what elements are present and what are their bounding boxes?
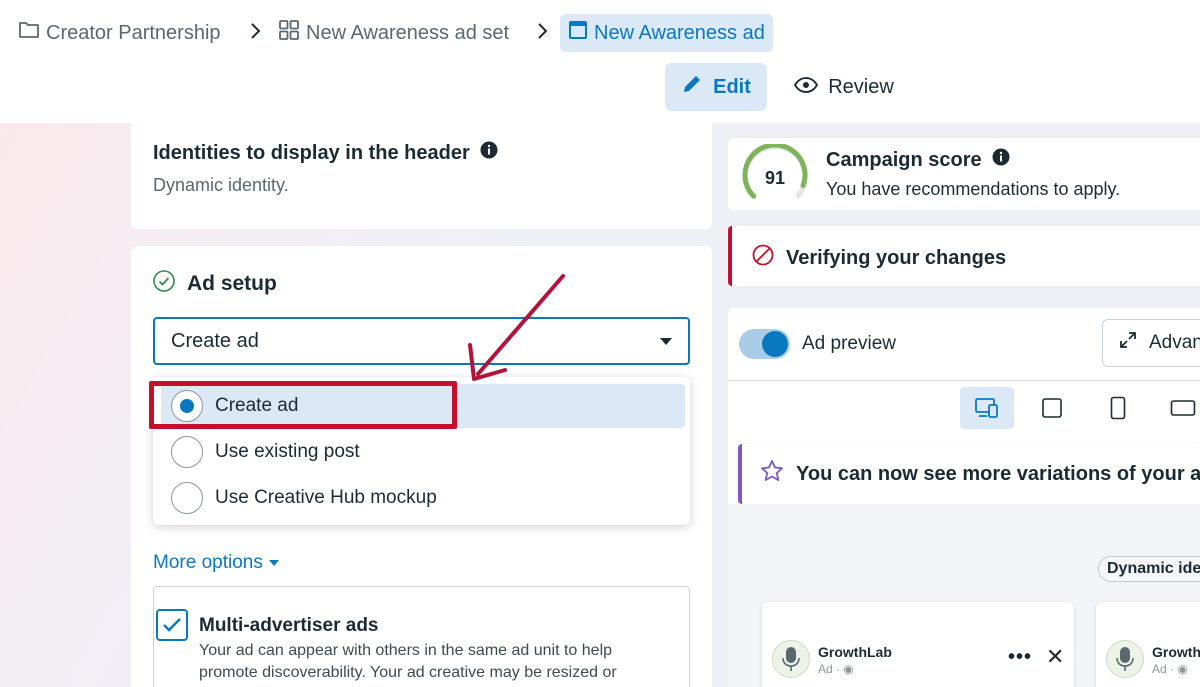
eye-icon	[794, 76, 819, 99]
edit-button[interactable]: Edit	[665, 63, 767, 111]
chevron-right-icon	[249, 22, 261, 45]
close-icon[interactable]: ✕	[1046, 644, 1064, 670]
edit-button-label: Edit	[713, 75, 751, 98]
advanced-preview-button[interactable]: Advanced preview	[1102, 319, 1200, 367]
vertical-format-icon[interactable]	[1091, 387, 1145, 429]
dynamic-identity-badge: Dynamic identity	[1098, 556, 1200, 582]
breadcrumb-campaign-label: Creator Partnership	[46, 21, 221, 44]
campaign-score-title-text: Campaign score	[826, 148, 982, 171]
identities-subtitle: Dynamic identity.	[153, 175, 289, 195]
caret-down-icon	[660, 337, 672, 345]
expand-icon	[1119, 331, 1137, 355]
review-button-label: Review	[828, 75, 894, 98]
check-circle-icon	[153, 270, 175, 298]
radio-unselected	[171, 436, 203, 468]
top-bar: Creator Partnership New Awareness ad set…	[0, 0, 1200, 123]
review-button[interactable]: Review	[784, 63, 904, 111]
identities-title: Identities to display in the header	[153, 141, 498, 165]
campaign-score-subtitle: You have recommendations to apply.	[826, 179, 1121, 199]
check-icon	[163, 618, 181, 632]
ad-setup-title: Ad setup	[153, 270, 277, 298]
variations-notice: You can now see more variations of your …	[738, 444, 1200, 504]
multi-advertiser-checkbox[interactable]	[156, 609, 188, 641]
ad-setup-select[interactable]: Create ad	[153, 317, 690, 365]
score-gauge: 91	[740, 142, 810, 211]
ad-window-icon	[568, 20, 588, 46]
blocked-icon	[752, 244, 774, 272]
menu-option-creative-hub-mockup[interactable]: Use Creative Hub mockup	[161, 476, 685, 520]
verification-banner: Verifying your changes	[728, 226, 1200, 286]
star-icon	[760, 459, 784, 489]
menu-option-label: Use existing post	[215, 441, 360, 462]
variations-notice-text: You can now see more variations of your …	[796, 462, 1200, 485]
multi-advertiser-title: Multi-advertiser ads	[199, 615, 379, 636]
chevron-right-icon	[536, 22, 548, 45]
grid-icon	[278, 19, 300, 47]
ad-page-name: GrowthLab	[818, 644, 892, 660]
identities-title-text: Identities to display in the header	[153, 141, 470, 164]
ad-setup-select-value: Create ad	[171, 329, 259, 352]
advanced-preview-label: Advanced preview	[1149, 332, 1200, 353]
radio-unselected	[171, 482, 203, 514]
ad-meta: Ad · ◉	[1152, 662, 1188, 676]
menu-option-use-existing-post[interactable]: Use existing post	[161, 430, 685, 474]
folder-icon	[18, 20, 40, 46]
ad-meta: Ad · ◉	[818, 662, 854, 676]
more-options-label: More options	[153, 552, 263, 573]
annotation-highlight-box	[149, 381, 457, 429]
device-all-icon[interactable]	[960, 387, 1014, 429]
breadcrumb-ad-set[interactable]: New Awareness ad set	[278, 14, 509, 52]
ad-preview-toggle[interactable]	[739, 329, 790, 359]
caret-down-icon	[268, 560, 279, 566]
score-value: 91	[765, 168, 785, 188]
verification-text: Verifying your changes	[786, 246, 1007, 269]
info-icon[interactable]	[480, 141, 498, 165]
landscape-format-icon[interactable]	[1156, 387, 1200, 429]
ad-page-name: GrowthLab	[1152, 644, 1200, 660]
multi-advertiser-section: Multi-advertiser ads Your ad can appear …	[153, 586, 690, 687]
ad-preview-item[interactable]: GrowthLab Ad · ◉	[1096, 602, 1200, 687]
identities-card: Identities to display in the header Dyna…	[131, 123, 712, 229]
verification-message: Verifying your changes	[752, 244, 1006, 272]
breadcrumb-ad[interactable]: New Awareness ad	[560, 14, 773, 52]
menu-option-label: Use Creative Hub mockup	[215, 487, 437, 508]
divider	[728, 380, 1200, 381]
avatar	[1106, 640, 1144, 678]
square-format-icon[interactable]	[1025, 387, 1079, 429]
campaign-score-card[interactable]: 91 Campaign score You have recommendatio…	[728, 138, 1200, 210]
preview-canvas: Dynamic identity GrowthLab Ad · ◉ ••• ✕ …	[728, 504, 1200, 687]
campaign-score-title: Campaign score	[826, 148, 1010, 172]
avatar	[772, 640, 810, 678]
info-icon[interactable]	[992, 148, 1010, 172]
breadcrumb-ad-label: New Awareness ad	[594, 21, 765, 44]
ad-preview-card: Ad preview Advanced preview You can now …	[728, 308, 1200, 687]
multi-advertiser-description: Your ad can appear with others in the sa…	[199, 642, 617, 681]
more-options-icon[interactable]: •••	[1008, 646, 1032, 669]
ad-preview-label: Ad preview	[802, 333, 896, 354]
ad-setup-title-text: Ad setup	[187, 272, 277, 295]
more-options-link[interactable]: More options	[153, 552, 279, 574]
ad-preview-item[interactable]: GrowthLab Ad · ◉ ••• ✕	[762, 602, 1074, 687]
breadcrumb-ad-set-label: New Awareness ad set	[306, 21, 510, 44]
breadcrumb-campaign[interactable]: Creator Partnership	[18, 14, 221, 52]
pencil-icon	[681, 73, 703, 101]
